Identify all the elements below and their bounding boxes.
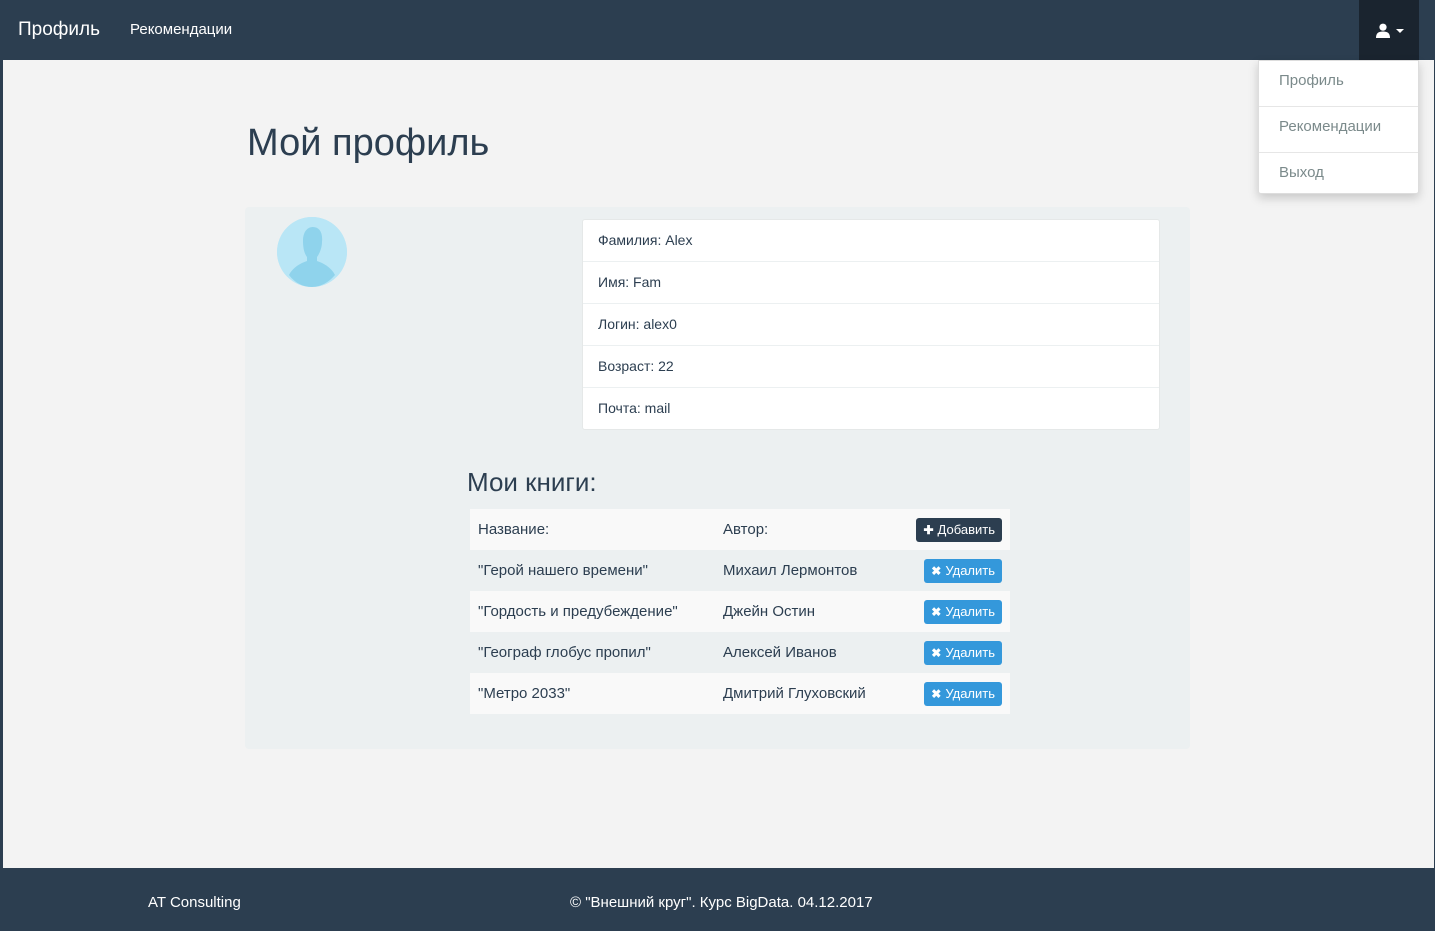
book-actions: ✖ Удалить	[906, 673, 1010, 714]
dropdown-item-profile[interactable]: Профиль	[1259, 61, 1418, 107]
remove-icon: ✖	[931, 563, 942, 578]
books-table: Название: Автор: ✚ Добавить "Герой нашег…	[470, 509, 1010, 714]
footer: AT Consulting © "Внешний круг". Курс Big…	[3, 868, 1434, 929]
user-icon	[1375, 23, 1390, 38]
delete-label: Удалить	[945, 686, 995, 701]
book-author: Михаил Лермонтов	[723, 562, 858, 579]
book-author: Джейн Остин	[723, 603, 816, 620]
navbar: Профиль Рекомендации	[3, 0, 1434, 60]
browser-viewport: Профиль Рекомендации Профиль Рекомендаци…	[3, 0, 1434, 929]
add-book-button[interactable]: ✚ Добавить	[916, 517, 1002, 542]
column-header-name: Название:	[478, 521, 550, 538]
books-heading: Мои книги:	[467, 467, 597, 497]
book-name: "Гордость и предубеждение"	[478, 603, 678, 620]
delete-book-button[interactable]: ✖ Удалить	[924, 681, 1002, 706]
user-menu-toggle[interactable]	[1359, 0, 1419, 60]
profile-panel: Фамилия: Alex Имя: Fam Логин: alex0 Возр…	[245, 207, 1190, 749]
book-actions: ✖ Удалить	[906, 632, 1010, 673]
delete-book-button[interactable]: ✖ Удалить	[924, 640, 1002, 665]
user-dropdown-menu: Профиль Рекомендации Выход	[1258, 60, 1419, 194]
delete-label: Удалить	[945, 563, 995, 578]
book-author: Алексей Иванов	[723, 644, 837, 661]
remove-icon: ✖	[931, 604, 942, 619]
dropdown-item-logout[interactable]: Выход	[1259, 153, 1418, 193]
info-email: Почта: mail	[598, 400, 671, 416]
delete-book-button[interactable]: ✖ Удалить	[924, 599, 1002, 624]
book-name: "Герой нашего времени"	[478, 562, 648, 579]
column-header-actions: ✚ Добавить	[906, 509, 1010, 550]
footer-copyright: © "Внешний круг". Курс BigData. 04.12.20…	[570, 894, 873, 911]
column-header-author: Автор:	[723, 521, 769, 538]
dropdown-item-recommendations[interactable]: Рекомендации	[1259, 107, 1418, 153]
page-title: Мой профиль	[247, 122, 490, 164]
plus-icon: ✚	[923, 522, 934, 537]
nav-link-recommendations[interactable]: Рекомендации	[130, 0, 232, 60]
caret-down-icon	[1395, 29, 1404, 33]
remove-icon: ✖	[931, 686, 942, 701]
delete-label: Удалить	[945, 645, 995, 660]
footer-company: AT Consulting	[148, 894, 241, 911]
delete-book-button[interactable]: ✖ Удалить	[924, 558, 1002, 583]
book-author: Дмитрий Глуховский	[723, 685, 866, 702]
info-login: Логин: alex0	[583, 304, 1159, 346]
profile-info-list: Фамилия: Alex Имя: Fam Логин: alex0 Возр…	[582, 219, 1160, 430]
table-row: "Герой нашего времени" Михаил Лермонтов …	[470, 550, 1010, 591]
info-name: Имя: Fam	[583, 262, 1159, 304]
avatar-silhouette-icon	[277, 217, 347, 287]
navbar-brand[interactable]: Профиль	[18, 0, 100, 60]
add-book-label: Добавить	[937, 522, 995, 537]
book-name: "Географ глобус пропил"	[478, 644, 651, 661]
book-name: "Метро 2033"	[478, 685, 571, 702]
book-actions: ✖ Удалить	[906, 550, 1010, 591]
table-row: "Метро 2033" Дмитрий Глуховский ✖ Удалит…	[470, 673, 1010, 714]
book-actions: ✖ Удалить	[906, 591, 1010, 632]
table-row: "Географ глобус пропил" Алексей Иванов ✖…	[470, 632, 1010, 673]
table-row: "Гордость и предубеждение" Джейн Остин ✖…	[470, 591, 1010, 632]
info-age: Возраст: 22	[583, 346, 1159, 388]
table-header-row: Название: Автор: ✚ Добавить	[470, 509, 1010, 550]
remove-icon: ✖	[931, 645, 942, 660]
info-surname: Фамилия: Alex	[583, 220, 1159, 262]
avatar	[277, 217, 347, 287]
delete-label: Удалить	[945, 604, 995, 619]
